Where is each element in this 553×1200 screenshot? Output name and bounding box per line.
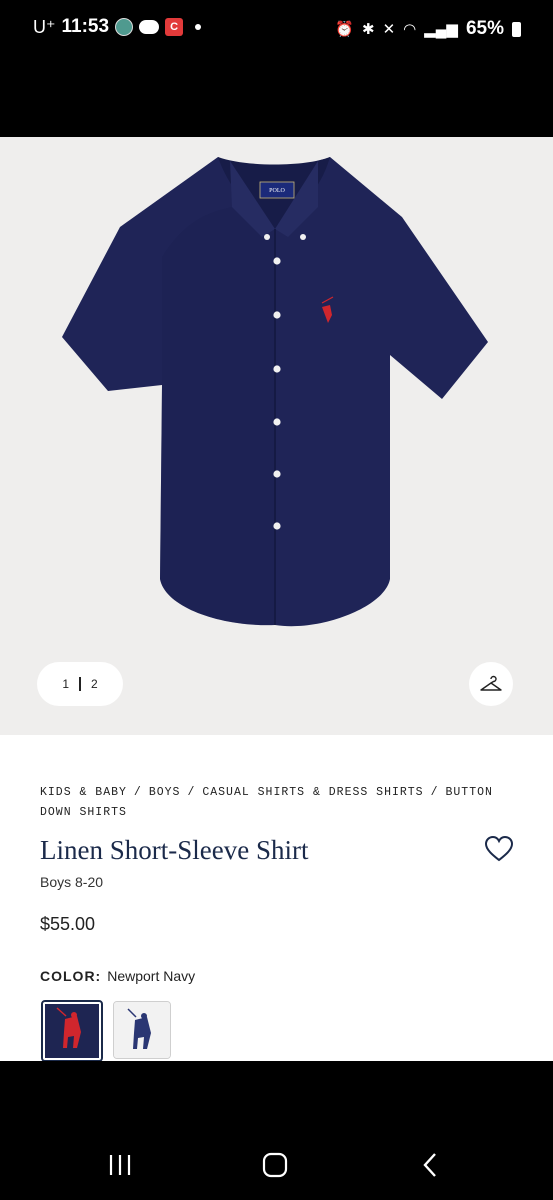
product-image: POLO <box>62 157 488 627</box>
color-selector-label: COLOR: Newport Navy <box>40 968 195 984</box>
pager-total: 2 <box>91 677 98 691</box>
swatch-white[interactable] <box>113 1001 171 1059</box>
wifi-icon: ◠ <box>403 21 417 38</box>
battery-icon <box>512 21 521 37</box>
product-title: Linen Short-Sleeve Shirt <box>40 835 309 865</box>
color-label: COLOR: <box>40 968 102 984</box>
polo-logo-swatch-icon <box>45 1004 99 1058</box>
breadcrumb: KIDS & BABY / BOYS / CASUAL SHIRTS & DRESS S… <box>40 786 493 819</box>
more-notifications-dot-icon <box>195 24 202 30</box>
product-image-gallery[interactable]: POLO 1 2 <box>0 137 553 735</box>
signal-icon: ▂▄▆ <box>424 21 458 38</box>
alarm-icon: ⏰ <box>335 21 355 38</box>
globe-icon <box>115 18 134 36</box>
battery-percent: 65% <box>465 18 504 39</box>
recent-apps-icon[interactable] <box>105 1150 135 1180</box>
cloud-icon <box>139 20 160 34</box>
image-pager[interactable]: 1 2 <box>37 662 123 706</box>
carrier-label: U⁺ <box>33 16 56 37</box>
status-bar: U⁺ 11:53 C ⏰ ✱ ✕ ◠ ▂▄▆ 65% <box>0 0 553 137</box>
status-right: ⏰ ✱ ✕ ◠ ▂▄▆ 65% <box>335 18 521 40</box>
app-notification-icon: C <box>165 18 184 36</box>
status-left: U⁺ 11:53 C <box>33 16 202 38</box>
size-guide-button[interactable] <box>469 662 513 706</box>
back-icon[interactable] <box>416 1150 446 1180</box>
clock: 11:53 <box>61 16 110 37</box>
product-price: $55.00 <box>40 914 96 934</box>
wishlist-heart-icon[interactable] <box>484 835 514 863</box>
swatch-newport-navy[interactable] <box>41 1000 103 1062</box>
breadcrumb-item[interactable]: KIDS & BABY <box>40 786 127 799</box>
product-details: KIDS & BABY / BOYS / CASUAL SHIRTS & DRESS S… <box>0 735 553 1062</box>
bluetooth-icon: ✱ <box>362 21 375 38</box>
color-value: Newport Navy <box>107 968 196 984</box>
home-icon[interactable] <box>260 1150 290 1180</box>
pager-current: 1 <box>62 677 69 691</box>
mute-icon: ✕ <box>382 21 396 38</box>
breadcrumb-item[interactable]: BOYS <box>149 786 181 799</box>
breadcrumb-item[interactable]: CASUAL SHIRTS & DRESS SHIRTS <box>202 786 423 799</box>
product-subtitle: Boys 8-20 <box>40 874 104 890</box>
svg-text:POLO: POLO <box>269 188 285 194</box>
polo-logo-swatch-icon <box>114 1002 170 1058</box>
pager-separator <box>79 677 81 691</box>
hanger-icon <box>480 675 502 691</box>
